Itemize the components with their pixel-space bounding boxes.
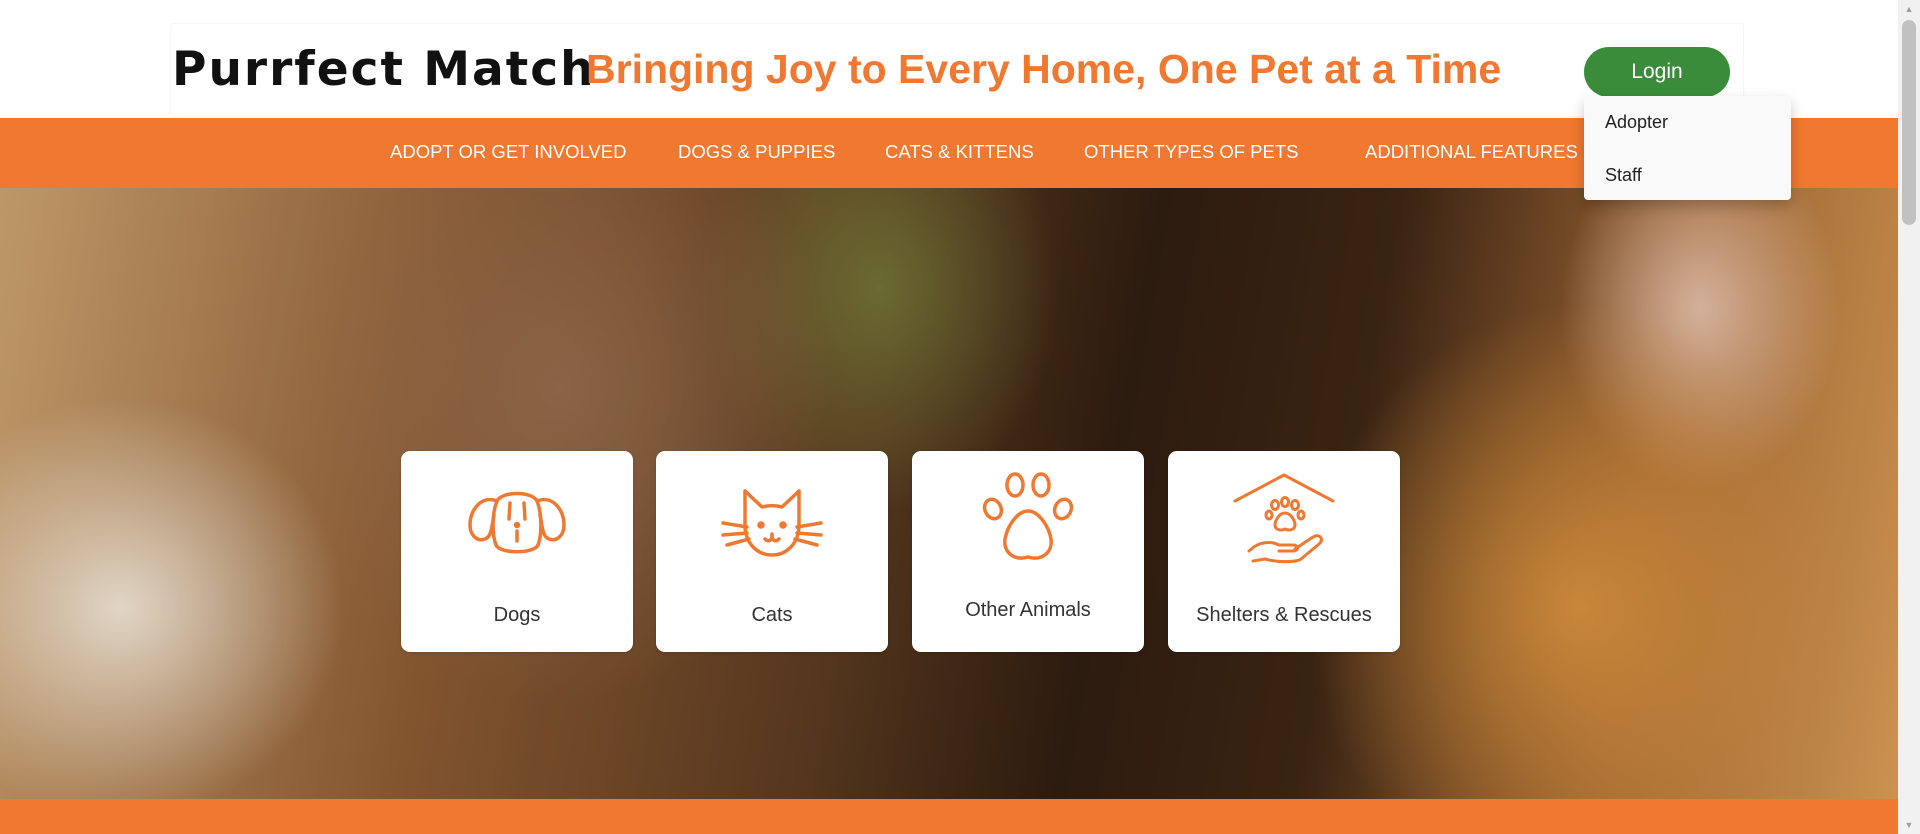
category-cards: Dogs Cats Other Animals Shelters & Rescu… — [0, 188, 1898, 799]
login-button[interactable]: Login — [1584, 47, 1730, 97]
scroll-up-icon[interactable]: ▲ — [1898, 0, 1920, 18]
shelter-icon — [1233, 473, 1335, 564]
hero-banner: Dogs Cats Other Animals Shelters & Rescu… — [0, 188, 1898, 799]
category-label-shelters-rescues: Shelters & Rescues — [1196, 604, 1372, 626]
category-card-dogs[interactable]: Dogs — [401, 451, 633, 652]
nav-item-additional-features[interactable]: ADDITIONAL FEATURES — [1365, 141, 1578, 163]
scrollbar-thumb[interactable] — [1902, 20, 1916, 225]
category-label-dogs: Dogs — [493, 604, 541, 626]
category-card-other-animals[interactable]: Other Animals — [912, 451, 1144, 652]
section-divider — [0, 799, 1898, 834]
nav-item-cats-kittens[interactable]: CATS & KITTENS — [885, 141, 1034, 163]
site-header: Purrfect Match Bringing Joy to Every Hom… — [171, 24, 1743, 116]
category-label-cats: Cats — [751, 604, 793, 626]
page-scrollbar[interactable]: ▲ ▼ — [1898, 0, 1920, 834]
login-dropdown-menu: Adopter Staff — [1584, 96, 1791, 200]
paw-icon — [982, 472, 1074, 560]
site-tagline: Bringing Joy to Every Home, One Pet at a… — [586, 46, 1502, 92]
dog-icon — [468, 491, 566, 554]
nav-item-adopt-or-get-involved[interactable]: ADOPT OR GET INVOLVED — [390, 141, 626, 163]
dropdown-item-adopter[interactable]: Adopter — [1605, 112, 1668, 133]
nav-item-other-types-of-pets[interactable]: OTHER TYPES OF PETS — [1084, 141, 1299, 163]
dropdown-item-staff[interactable]: Staff — [1605, 165, 1642, 186]
category-card-shelters-rescues[interactable]: Shelters & Rescues — [1168, 451, 1400, 652]
category-card-cats[interactable]: Cats — [656, 451, 888, 652]
site-logo[interactable]: Purrfect Match — [172, 42, 596, 97]
cat-icon — [721, 489, 823, 557]
nav-item-dogs-puppies[interactable]: DOGS & PUPPIES — [678, 141, 835, 163]
scroll-down-icon[interactable]: ▼ — [1898, 816, 1920, 834]
category-label-other-animals: Other Animals — [965, 599, 1091, 621]
